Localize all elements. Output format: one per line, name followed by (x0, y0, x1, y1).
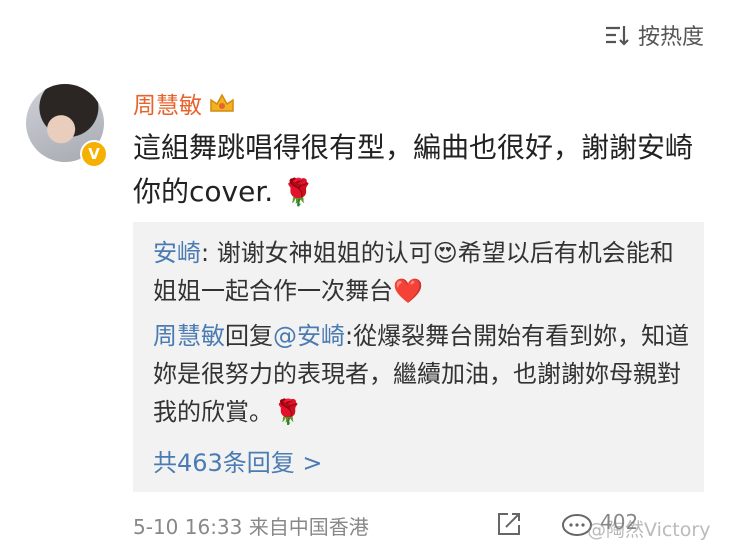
post-time: 5-10 16:33 (133, 515, 243, 539)
share-icon[interactable] (496, 511, 522, 537)
sort-label: 按热度 (637, 25, 704, 50)
reply-verb: 回复 (225, 322, 273, 350)
reply-item[interactable]: 安崎: 谢谢女神姐姐的认可😍希望以后有机会能和姐姐一起合作一次舞台❤️ (153, 234, 693, 310)
rose-emoji: 🌹 (282, 178, 315, 208)
sort-icon (605, 26, 629, 46)
post-author[interactable]: 周慧敏 (133, 86, 236, 120)
verified-v-icon: V (80, 140, 108, 168)
heart-eyes-emoji: 😍 (432, 239, 458, 267)
reply-separator: : (345, 322, 354, 350)
post-source: 来自中国香港 (248, 515, 369, 539)
sort-by-hot-button[interactable]: 按热度 (604, 18, 704, 52)
watermark: @陶然Victory (587, 519, 711, 541)
reply-mention[interactable]: @安崎 (273, 322, 345, 350)
rose-emoji: 🌹 (273, 398, 303, 426)
post-text: 這組舞跳唱得很有型，編曲也很好，謝謝安崎你的cover. 🌹 (133, 126, 703, 215)
reply-separator: : (201, 239, 217, 267)
post-text-body: 這組舞跳唱得很有型，編曲也很好，謝謝安崎你的cover. (133, 131, 694, 208)
replies-panel[interactable]: 安崎: 谢谢女神姐姐的认可😍希望以后有机会能和姐姐一起合作一次舞台❤️ 周慧敏回… (133, 222, 704, 492)
post-author-name[interactable]: 周慧敏 (133, 86, 202, 120)
more-replies-link[interactable]: 共463条回复 > (153, 443, 323, 478)
reply-item[interactable]: 周慧敏回复@安崎:從爆裂舞台開始有看到妳，知道妳是很努力的表現者，繼續加油，也謝… (153, 317, 693, 431)
crown-icon (210, 93, 234, 112)
post-meta: 5-10 16:33 来自中国香港 (133, 511, 369, 540)
reply-author[interactable]: 周慧敏 (153, 322, 225, 350)
reply-text: 谢谢女神姐姐的认可 (216, 239, 433, 267)
reply-author[interactable]: 安崎 (153, 239, 201, 267)
heart-emoji: ❤️ (393, 277, 423, 305)
